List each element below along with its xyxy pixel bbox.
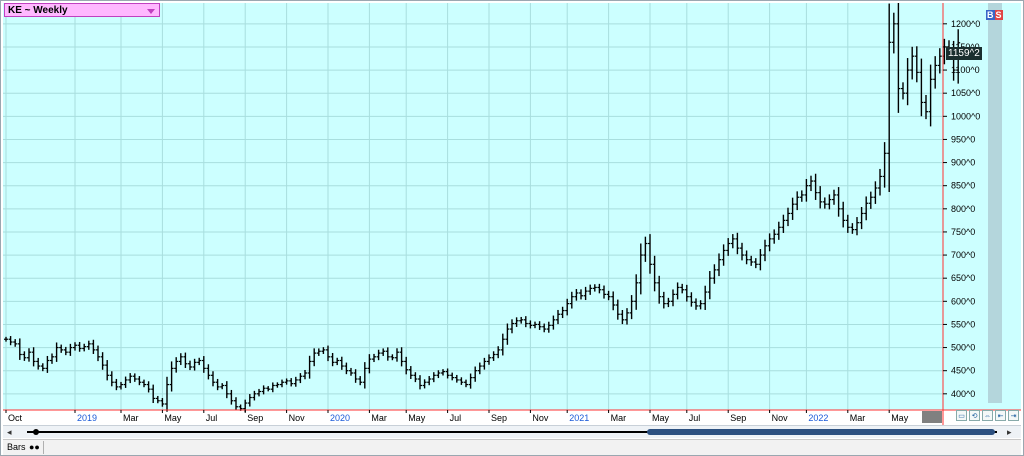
y-tick-label: 950^0	[951, 134, 975, 144]
chart-window: 1200^01150^01100^01050^01000^0950^0900^0…	[0, 0, 1024, 456]
y-tick-label: 750^0	[951, 227, 975, 237]
y-tick-label: 600^0	[951, 296, 975, 306]
scale-strip	[988, 3, 1002, 403]
divider	[43, 441, 44, 454]
buy-badge[interactable]: B	[986, 10, 995, 20]
x-tick-label: Sep	[491, 413, 507, 423]
x-axis: Oct 2019 Mar May Jul Sep Nov 2020 Mar May Jul Sep No…	[5, 410, 909, 423]
dropdown-arrow-icon[interactable]	[147, 9, 155, 14]
y-tick-label: 1100^0	[951, 65, 980, 75]
y-tick-label: 400^0	[951, 389, 975, 399]
current-month-highlight	[922, 411, 942, 423]
x-tick-label: 2019	[77, 413, 97, 423]
x-tick-label: May	[891, 413, 909, 423]
x-tick-label: Jul	[450, 413, 462, 423]
y-tick-label: 500^0	[951, 343, 975, 353]
y-tick-label: 650^0	[951, 273, 975, 283]
y-tick-label: 700^0	[951, 250, 975, 260]
x-tick-label: Mar	[123, 413, 139, 423]
x-tick-label: Mar	[611, 413, 627, 423]
x-tick-label: Mar	[850, 413, 866, 423]
bars-label[interactable]: Bars	[7, 441, 26, 454]
glasses-icon[interactable]: ●●	[29, 443, 40, 452]
scroll-thumb[interactable]	[647, 429, 995, 435]
zoom-in-button[interactable]: ▭	[956, 410, 967, 421]
y-tick-label: 1200^0	[951, 19, 980, 29]
x-tick-label: Nov	[289, 413, 306, 423]
x-tick-label: Jul	[689, 413, 701, 423]
x-tick-label: Jul	[206, 413, 218, 423]
x-tick-label: 2020	[330, 413, 350, 423]
buy-sell-badge[interactable]: BS	[986, 10, 1003, 20]
symbol-selector[interactable]: KE ~ Weekly	[4, 3, 160, 17]
fit-button[interactable]: ⇔	[982, 410, 993, 421]
symbol-label: KE ~ Weekly	[8, 5, 68, 16]
chart-scrollbar[interactable]: ◂ ▸	[3, 425, 1021, 438]
y-tick-label: 1050^0	[951, 88, 980, 98]
y-tick-label: 450^0	[951, 366, 975, 376]
scroll-right-icon[interactable]: ▸	[1007, 426, 1012, 438]
x-tick-label: Sep	[247, 413, 263, 423]
x-tick-label: 2022	[808, 413, 828, 423]
x-tick-label: Sep	[730, 413, 746, 423]
y-tick-label: 800^0	[951, 204, 975, 214]
x-tick-label: May	[652, 413, 670, 423]
x-tick-label: Oct	[8, 413, 23, 423]
x-tick-label: May	[408, 413, 426, 423]
compress-button[interactable]: ⇤	[995, 410, 1006, 421]
study-bar: Bars ●●	[3, 439, 1021, 455]
sell-badge[interactable]: S	[994, 10, 1003, 20]
x-tick-label: Nov	[532, 413, 549, 423]
price-chart: 1200^01150^01100^01050^01000^0950^0900^0…	[3, 3, 1021, 425]
scroll-left-icon[interactable]: ◂	[7, 426, 12, 438]
expand-button[interactable]: ⇥	[1008, 410, 1019, 421]
y-tick-label: 900^0	[951, 158, 975, 168]
x-tick-label: Nov	[772, 413, 789, 423]
x-tick-label: 2021	[569, 413, 589, 423]
y-tick-label: 550^0	[951, 319, 975, 329]
x-tick-label: May	[164, 413, 182, 423]
y-tick-label: 1000^0	[951, 111, 980, 121]
scroll-start-handle[interactable]	[33, 429, 39, 435]
zoom-out-button[interactable]: ⟲	[969, 410, 980, 421]
last-price-label: 1159^2	[946, 47, 982, 60]
plot-area[interactable]	[3, 3, 943, 410]
y-tick-label: 850^0	[951, 181, 975, 191]
x-tick-label: Mar	[371, 413, 387, 423]
